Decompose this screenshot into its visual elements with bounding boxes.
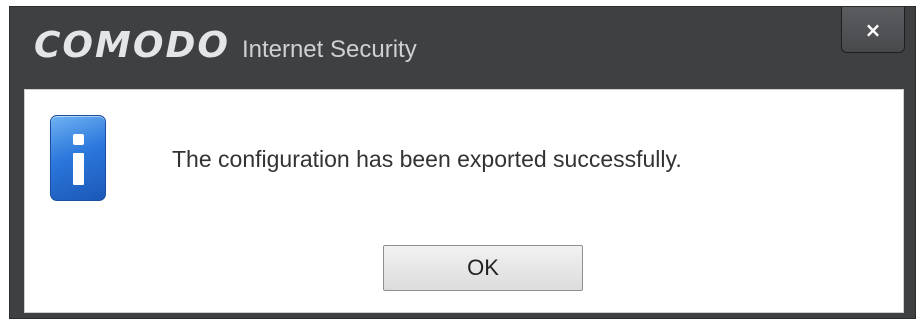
brand-logo: COMODO [34,25,230,66]
close-button[interactable]: × [841,7,905,53]
ok-button[interactable]: OK [383,245,583,291]
dialog-content: The configuration has been exported succ… [24,89,904,313]
brand-product-name: Internet Security [241,36,417,63]
information-icon [50,115,106,201]
dialog-message: The configuration has been exported succ… [172,146,682,172]
information-icon-stem [73,153,84,185]
information-icon-dot [73,134,84,145]
brand: COMODO Internet Security [34,25,417,73]
dialog-window: COMODO Internet Security × The configura… [9,6,916,319]
title-bar[interactable]: COMODO Internet Security × [10,7,915,89]
close-icon: × [864,17,882,42]
